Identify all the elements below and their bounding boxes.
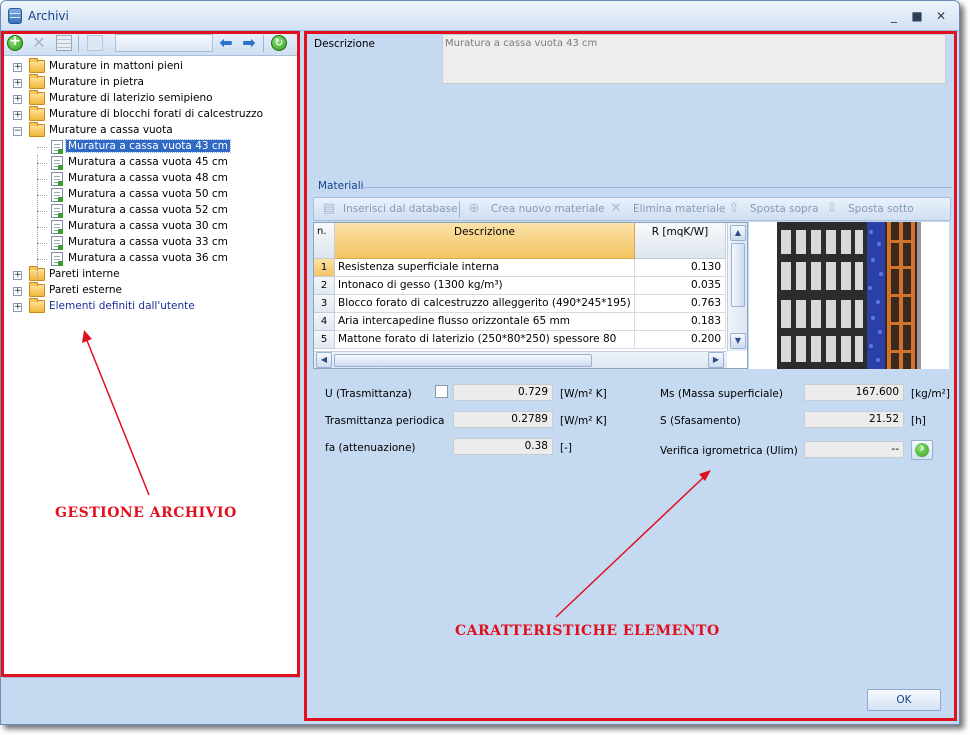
annotation-archive-label: GESTIONE ARCHIVIO	[55, 505, 237, 521]
annotation-element-label: CARATTERISTICHE ELEMENTO	[455, 623, 720, 639]
